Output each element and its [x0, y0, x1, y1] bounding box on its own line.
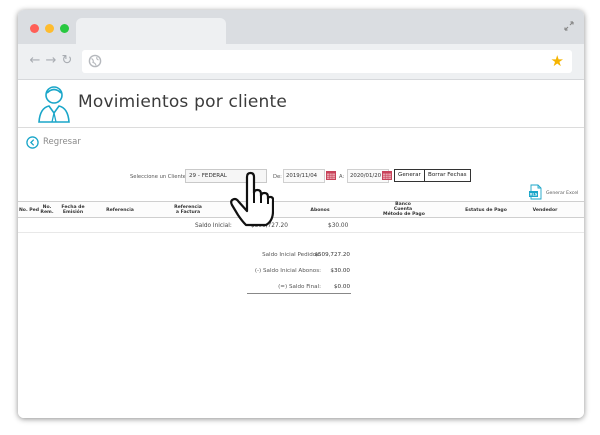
column-header-no-ped: No. Ped: [18, 208, 40, 213]
column-header-no-rem: No. Rem.: [40, 205, 54, 215]
column-header-estatus-pago: Estatus de Pago: [465, 208, 507, 213]
generate-button[interactable]: Generar: [394, 169, 425, 182]
column-header-referencia-factura: Referencia a Factura: [174, 205, 202, 215]
summary-divider: [247, 293, 351, 294]
back-link[interactable]: Regresar: [26, 135, 81, 149]
saldo-inicial-abono: $30.00: [328, 223, 349, 229]
forward-arrow-icon[interactable]: →: [44, 53, 58, 69]
browser-toolbar: ← → ↻ ★: [18, 44, 584, 80]
globe-icon: [88, 54, 102, 68]
date-from-input[interactable]: 2019/11/04: [283, 169, 325, 183]
date-to-label: A:: [339, 174, 345, 180]
close-window-button[interactable]: [30, 24, 39, 33]
table-row: Saldo Inicial: $509,727.20 $30.00: [18, 219, 584, 233]
reload-icon[interactable]: ↻: [60, 53, 74, 69]
generate-excel-link[interactable]: XLS Generar Excel: [528, 184, 578, 200]
client-label: Seleccione un Cliente:: [130, 174, 188, 180]
table-header: No. Ped No. Rem. Fecha de Emisión Referenc…: [18, 201, 584, 218]
summary-label: (-) Saldo Inicial Abonos:: [254, 268, 321, 274]
page-title: Movimientos por cliente: [78, 92, 288, 112]
balance-summary: Saldo Inicial Pedidos: $509,727.20 (-) S…: [247, 248, 351, 296]
date-from-label: De:: [273, 174, 282, 180]
column-header-banco-cuenta-metodo: Banco Cuenta Método de Pago: [383, 202, 425, 217]
star-icon[interactable]: ★: [551, 53, 564, 69]
clear-dates-button[interactable]: Borrar Fechas: [424, 169, 471, 182]
chevron-left-circle-icon[interactable]: [26, 135, 39, 149]
summary-row: Saldo Inicial Pedidos: $509,727.20: [247, 248, 351, 264]
page-header: Movimientos por cliente: [18, 80, 584, 128]
maximize-window-button[interactable]: [60, 24, 69, 33]
svg-text:XLS: XLS: [530, 193, 538, 197]
excel-file-icon[interactable]: XLS: [528, 184, 544, 200]
generate-excel-label[interactable]: Generar Excel: [546, 191, 578, 196]
calendar-icon[interactable]: [382, 171, 392, 180]
browser-tab[interactable]: [76, 18, 226, 44]
browser-window: ← → ↻ ★ Movimientos por cliente Regresar…: [18, 10, 584, 418]
summary-row: (-) Saldo Inicial Abonos: $30.00: [247, 264, 351, 280]
saldo-inicial-label: Saldo Inicial:: [195, 223, 232, 229]
summary-value: $0.00: [333, 284, 350, 290]
title-bar: [18, 10, 584, 44]
column-header-abonos: Abonos: [310, 208, 330, 213]
hand-cursor-icon: [230, 171, 274, 227]
summary-value: $509,727.20: [314, 252, 350, 258]
summary-label: (=) Saldo Final:: [278, 284, 321, 290]
summary-value: $30.00: [330, 268, 350, 274]
summary-label: Saldo Inicial Pedidos:: [262, 252, 321, 258]
column-header-vendedor: Vendedor: [532, 208, 558, 213]
column-header-fecha-emision: Fecha de Emisión: [61, 205, 85, 215]
calendar-icon[interactable]: [326, 171, 336, 180]
column-header-referencia: Referencia: [106, 208, 134, 213]
address-bar[interactable]: ★: [82, 50, 572, 73]
page-content: Movimientos por cliente Regresar Selecci…: [18, 80, 584, 418]
minimize-window-button[interactable]: [45, 24, 54, 33]
user-avatar-icon: [38, 86, 70, 123]
expand-icon[interactable]: [563, 20, 575, 32]
back-link-label[interactable]: Regresar: [43, 137, 81, 147]
back-arrow-icon[interactable]: ←: [28, 53, 42, 69]
